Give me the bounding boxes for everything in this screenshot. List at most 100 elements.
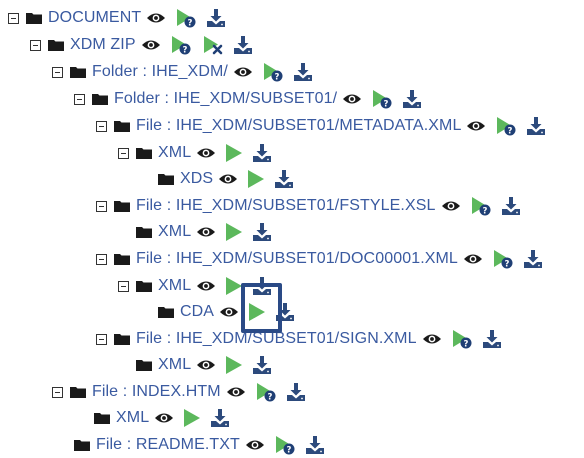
node-label[interactable]: XML bbox=[158, 223, 191, 241]
download-icon bbox=[253, 223, 272, 241]
download-button[interactable] bbox=[253, 144, 272, 162]
download-button[interactable] bbox=[233, 36, 252, 54]
node-label[interactable]: File : IHE_XDM/SUBSET01/FSTYLE.XSL bbox=[136, 197, 436, 215]
node-label[interactable]: Folder : IHE_XDM/SUBSET01/ bbox=[114, 90, 337, 108]
eye-icon[interactable] bbox=[197, 226, 216, 238]
folder-icon bbox=[94, 413, 110, 424]
eye-icon[interactable] bbox=[219, 173, 238, 185]
tree-node-file-doc00001: File : IHE_XDM/SUBSET01/DOC00001.XML ? bbox=[96, 246, 542, 272]
collapse-icon[interactable] bbox=[8, 12, 19, 24]
tree-node-xml: XML bbox=[136, 352, 272, 378]
validate-button[interactable]: ? bbox=[175, 7, 197, 29]
node-label[interactable]: CDA bbox=[180, 303, 214, 321]
eye-icon[interactable] bbox=[463, 253, 482, 265]
play-with-badge-icon: ? bbox=[471, 197, 490, 216]
eye-icon[interactable] bbox=[233, 66, 252, 78]
render-button[interactable] bbox=[183, 408, 201, 428]
download-button[interactable] bbox=[293, 63, 312, 81]
play-with-badge-icon: ? bbox=[493, 250, 513, 269]
node-label[interactable]: XML bbox=[158, 144, 191, 162]
folder-icon bbox=[48, 40, 64, 51]
eye-icon[interactable] bbox=[220, 306, 239, 318]
download-button[interactable] bbox=[286, 383, 305, 401]
eye-icon[interactable] bbox=[343, 93, 362, 105]
node-label[interactable]: File : README.TXT bbox=[96, 436, 240, 454]
eye-icon[interactable] bbox=[197, 147, 216, 159]
validate-button[interactable]: ? bbox=[495, 115, 517, 137]
play-with-badge-icon: ? bbox=[275, 436, 295, 455]
collapse-icon[interactable] bbox=[96, 333, 107, 345]
collapse-icon[interactable] bbox=[30, 39, 41, 51]
folder-icon bbox=[158, 307, 174, 318]
node-label[interactable]: File : IHE_XDM/SUBSET01/DOC00001.XML bbox=[136, 250, 458, 268]
validate-button[interactable]: ? bbox=[262, 61, 284, 83]
eye-icon[interactable] bbox=[197, 359, 216, 371]
download-button[interactable] bbox=[403, 90, 422, 108]
download-button[interactable] bbox=[527, 117, 546, 135]
eye-icon[interactable] bbox=[147, 12, 166, 24]
render-button[interactable] bbox=[225, 143, 243, 163]
svg-text:?: ? bbox=[182, 45, 187, 55]
download-button[interactable] bbox=[253, 356, 272, 374]
collapse-icon[interactable] bbox=[96, 120, 107, 132]
collapse-icon[interactable] bbox=[52, 386, 63, 398]
node-label[interactable]: XDS bbox=[180, 170, 213, 188]
eye-icon[interactable] bbox=[441, 200, 460, 212]
collapse-icon[interactable] bbox=[52, 66, 63, 78]
folder-icon bbox=[136, 360, 152, 371]
node-label[interactable]: XML bbox=[158, 277, 191, 295]
download-button[interactable] bbox=[253, 223, 272, 241]
download-button[interactable] bbox=[207, 9, 226, 27]
svg-text:?: ? bbox=[286, 445, 291, 455]
folder-icon bbox=[114, 334, 130, 345]
play-icon bbox=[226, 144, 243, 162]
node-label[interactable]: DOCUMENT bbox=[48, 9, 141, 27]
download-button[interactable] bbox=[275, 170, 294, 188]
eye-icon[interactable] bbox=[245, 439, 264, 451]
collapse-icon[interactable] bbox=[96, 253, 107, 265]
download-button[interactable] bbox=[523, 250, 542, 268]
download-icon bbox=[403, 90, 422, 108]
tree-node-file-index: File : INDEX.HTM ? bbox=[52, 379, 305, 405]
svg-text:?: ? bbox=[384, 99, 389, 109]
collapse-icon[interactable] bbox=[118, 280, 129, 292]
node-label[interactable]: XML bbox=[116, 409, 149, 427]
validate-error-button[interactable] bbox=[202, 34, 224, 56]
download-button[interactable] bbox=[501, 197, 520, 215]
download-icon bbox=[253, 144, 272, 162]
render-button[interactable] bbox=[225, 355, 243, 375]
validate-button[interactable]: ? bbox=[274, 434, 296, 456]
play-with-badge-icon: ? bbox=[256, 383, 276, 402]
node-label[interactable]: XDM ZIP bbox=[70, 36, 136, 54]
tree-node-xml: XML bbox=[136, 219, 272, 245]
validate-button[interactable]: ? bbox=[492, 248, 514, 270]
node-label[interactable]: File : IHE_XDM/SUBSET01/METADATA.XML bbox=[136, 117, 461, 135]
folder-icon bbox=[70, 387, 86, 398]
render-button[interactable] bbox=[247, 169, 265, 189]
download-button[interactable] bbox=[305, 436, 324, 454]
render-button[interactable] bbox=[225, 222, 243, 242]
eye-icon[interactable] bbox=[197, 280, 216, 292]
collapse-icon[interactable] bbox=[118, 147, 129, 159]
node-label[interactable]: XML bbox=[158, 356, 191, 374]
folder-icon bbox=[158, 174, 174, 185]
eye-icon[interactable] bbox=[422, 333, 441, 345]
eye-icon[interactable] bbox=[467, 120, 486, 132]
collapse-icon[interactable] bbox=[96, 200, 107, 212]
download-button[interactable] bbox=[482, 330, 501, 348]
download-button[interactable] bbox=[211, 409, 230, 427]
svg-text:?: ? bbox=[504, 259, 509, 269]
tree-node-file-readme: File : README.TXT ? bbox=[74, 432, 324, 458]
node-label[interactable]: Folder : IHE_XDM/ bbox=[92, 63, 228, 81]
validate-button[interactable]: ? bbox=[451, 328, 473, 350]
eye-icon[interactable] bbox=[141, 39, 160, 51]
validate-button[interactable]: ? bbox=[371, 88, 393, 110]
validate-button[interactable]: ? bbox=[470, 195, 492, 217]
node-label[interactable]: File : INDEX.HTM bbox=[92, 383, 221, 401]
eye-icon[interactable] bbox=[226, 386, 245, 398]
eye-icon[interactable] bbox=[155, 412, 174, 424]
validate-button[interactable]: ? bbox=[255, 381, 277, 403]
validate-button[interactable]: ? bbox=[170, 34, 192, 56]
collapse-icon[interactable] bbox=[74, 93, 85, 105]
play-with-badge-icon: ? bbox=[452, 330, 472, 349]
